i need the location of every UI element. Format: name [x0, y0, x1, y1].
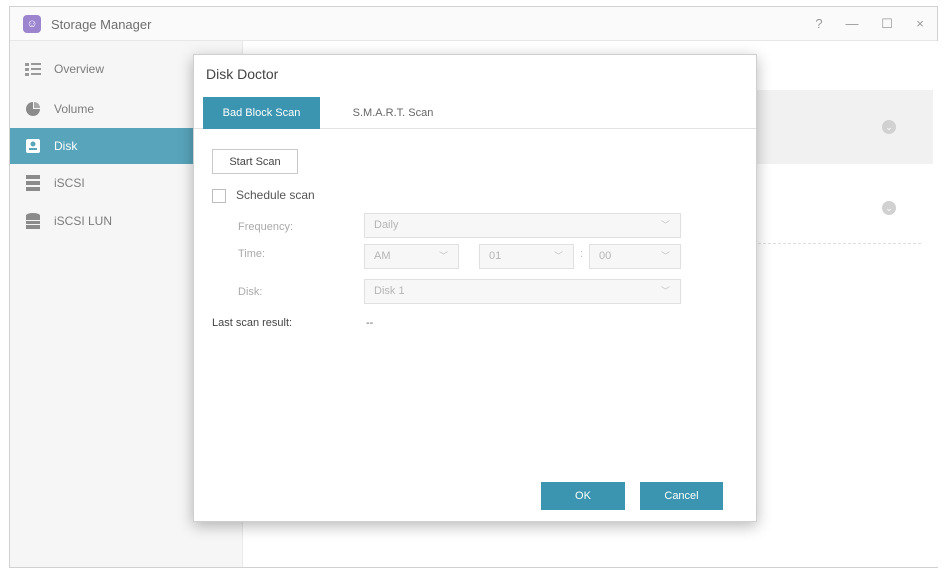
frequency-select[interactable]: Daily ﹀	[364, 213, 681, 238]
time-label: Time:	[238, 248, 266, 260]
disk-value: Disk 1	[374, 285, 405, 297]
ok-button[interactable]: OK	[541, 482, 625, 510]
disk-doctor-dialog: Disk Doctor Bad Block Scan S.M.A.R.T. Sc…	[193, 54, 757, 522]
tab-bad-block-scan[interactable]: Bad Block Scan	[203, 97, 320, 129]
hour-value: 01	[489, 250, 502, 262]
chevron-down-icon: ﹀	[438, 251, 448, 261]
chevron-down-icon: ﹀	[553, 251, 563, 261]
start-scan-button[interactable]: Start Scan	[212, 149, 298, 174]
cancel-button[interactable]: Cancel	[640, 482, 723, 510]
disk-label: Disk:	[238, 286, 263, 298]
last-scan-value: --	[366, 317, 374, 329]
tab-strip: Bad Block Scan S.M.A.R.T. Scan	[194, 97, 756, 129]
disk-select[interactable]: Disk 1 ﹀	[364, 279, 681, 304]
schedule-scan-label: Schedule scan	[236, 188, 315, 202]
hour-select[interactable]: 01 ﹀	[479, 244, 574, 269]
dialog-title: Disk Doctor	[206, 66, 279, 82]
chevron-down-icon: ﹀	[660, 220, 670, 230]
chevron-down-icon: ﹀	[660, 251, 670, 261]
schedule-scan-checkbox[interactable]	[212, 189, 226, 203]
time-separator: :	[580, 248, 584, 260]
minute-select[interactable]: 00 ﹀	[589, 244, 681, 269]
tab-smart-scan[interactable]: S.M.A.R.T. Scan	[334, 97, 452, 129]
minute-value: 00	[599, 250, 612, 262]
frequency-label: Frequency:	[238, 221, 294, 233]
last-scan-label: Last scan result:	[212, 317, 293, 329]
ampm-select[interactable]: AM ﹀	[364, 244, 459, 269]
frequency-value: Daily	[374, 219, 399, 231]
ampm-value: AM	[374, 250, 391, 262]
chevron-down-icon: ﹀	[660, 286, 670, 296]
